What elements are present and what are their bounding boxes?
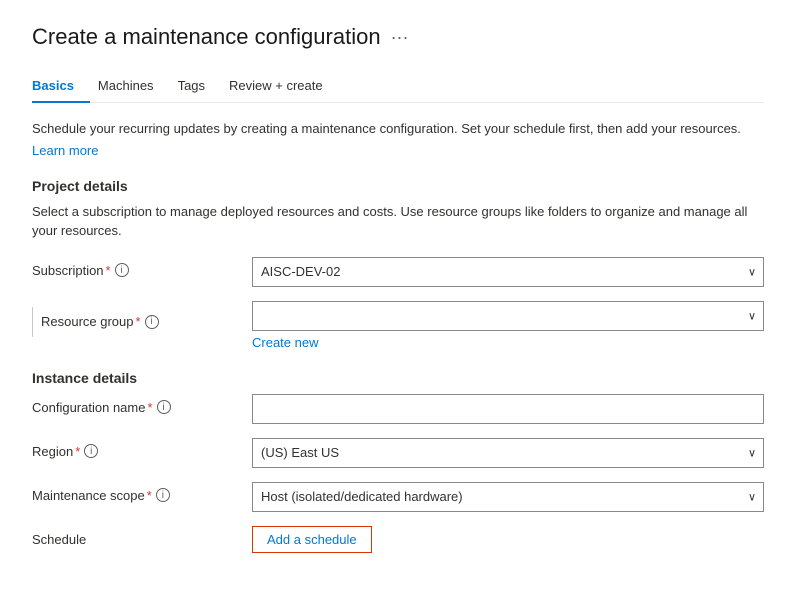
configuration-name-required: * [147,400,152,415]
tab-review-create[interactable]: Review + create [229,70,339,103]
tab-machines[interactable]: Machines [98,70,170,103]
region-required: * [75,444,80,459]
maintenance-scope-select-wrapper: Host (isolated/dedicated hardware) ∨ [252,482,764,512]
resource-group-select[interactable] [252,301,764,331]
basics-description: Schedule your recurring updates by creat… [32,119,764,139]
subscription-row: Subscription * i AISC-DEV-02 ∨ [32,257,764,287]
schedule-row: Schedule Add a schedule [32,526,764,553]
configuration-name-row: Configuration name * i [32,394,764,424]
instance-details-title: Instance details [32,370,764,386]
configuration-name-input[interactable] [252,394,764,424]
tabs-nav: Basics Machines Tags Review + create [32,70,764,103]
maintenance-scope-label: Maintenance scope [32,488,145,503]
maintenance-scope-label-col: Maintenance scope * i [32,482,252,503]
maintenance-scope-required: * [147,488,152,503]
indent-line [32,307,33,337]
subscription-label: Subscription [32,263,104,278]
subscription-select[interactable]: AISC-DEV-02 [252,257,764,287]
schedule-label: Schedule [32,532,86,547]
region-label: Region [32,444,73,459]
maintenance-scope-info-icon[interactable]: i [156,488,170,502]
tab-tags[interactable]: Tags [178,70,221,103]
maintenance-scope-select[interactable]: Host (isolated/dedicated hardware) [252,482,764,512]
resource-group-control: ∨ Create new [252,301,764,350]
resource-group-select-wrapper: ∨ [252,301,764,331]
project-details-title: Project details [32,178,764,194]
region-select-wrapper: (US) East US ∨ [252,438,764,468]
more-options-icon[interactable]: ··· [391,27,409,48]
configuration-name-control [252,394,764,424]
subscription-label-col: Subscription * i [32,257,252,278]
resource-group-label-col: Resource group * i [32,301,252,337]
page-header: Create a maintenance configuration ··· [32,24,764,50]
configuration-name-label-col: Configuration name * i [32,394,252,415]
tab-basics[interactable]: Basics [32,70,90,103]
resource-group-row: Resource group * i ∨ Create new [32,301,764,350]
subscription-info-icon[interactable]: i [115,263,129,277]
schedule-label-col: Schedule [32,532,252,547]
region-select[interactable]: (US) East US [252,438,764,468]
create-new-link[interactable]: Create new [252,335,764,350]
resource-group-label: Resource group [41,314,134,329]
configuration-name-label: Configuration name [32,400,145,415]
maintenance-scope-control: Host (isolated/dedicated hardware) ∨ [252,482,764,512]
region-info-icon[interactable]: i [84,444,98,458]
learn-more-link[interactable]: Learn more [32,143,98,158]
schedule-control: Add a schedule [252,526,764,553]
add-schedule-button[interactable]: Add a schedule [252,526,372,553]
region-control: (US) East US ∨ [252,438,764,468]
maintenance-scope-row: Maintenance scope * i Host (isolated/ded… [32,482,764,512]
page-title: Create a maintenance configuration [32,24,381,50]
configuration-name-info-icon[interactable]: i [157,400,171,414]
subscription-required: * [106,263,111,278]
resource-group-info-icon[interactable]: i [145,315,159,329]
subscription-select-wrapper: AISC-DEV-02 ∨ [252,257,764,287]
region-row: Region * i (US) East US ∨ [32,438,764,468]
region-label-col: Region * i [32,438,252,459]
subscription-control: AISC-DEV-02 ∨ [252,257,764,287]
project-details-description: Select a subscription to manage deployed… [32,202,764,241]
resource-group-required: * [136,314,141,329]
